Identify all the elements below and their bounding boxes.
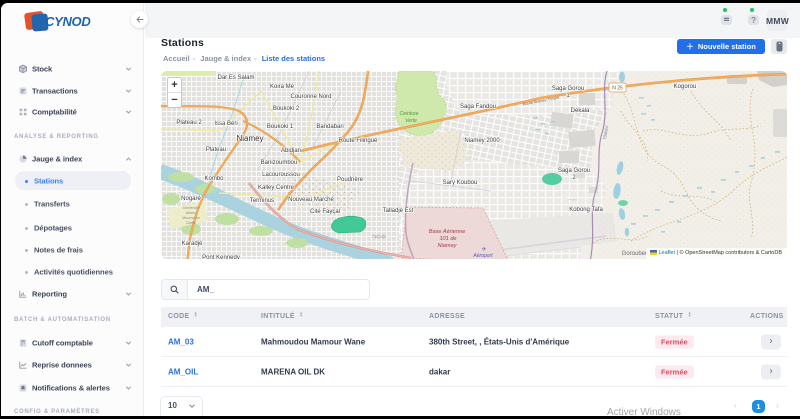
svg-text:Kogorou: Kogorou [674,84,697,90]
svg-text:Poudrière: Poudrière [337,177,364,183]
svg-text:Abdou: Abdou [185,211,198,215]
svg-text:Saga Gorou: Saga Gorou [552,86,584,92]
svg-text:Bandabari: Bandabari [316,124,343,130]
svg-text:Abidjan: Abidjan [281,148,301,154]
svg-text:Terminus: Terminus [250,198,274,204]
svg-text:N 25: N 25 [612,86,623,92]
svg-text:Plateau: Plateau [206,147,226,153]
svg-text:Pont Kennedy: Pont Kennedy [202,255,240,259]
svg-text:Niamey 2000: Niamey 2000 [464,138,500,144]
svg-text:Sary Koubou: Sary Koubou [443,180,478,186]
svg-text:Kobong Tafa: Kobong Tafa [569,207,603,213]
svg-text:Nouveau Marché: Nouveau Marché [288,197,334,203]
svg-text:Nogaré: Nogaré [181,196,201,202]
svg-text:Karadjé: Karadjé [182,241,203,247]
svg-text:Lacouroussou: Lacouroussou [262,172,300,178]
svg-text:Couronne Nord: Couronne Nord [290,94,331,100]
svg-text:Ceinture: Ceinture [400,111,419,117]
svg-text:Cité Fayçal: Cité Fayçal [310,209,340,215]
svg-text:Banizoumbou: Banizoumbou [261,160,298,166]
svg-text:Kombo: Kombo [204,176,224,182]
svg-text:Talladjé: Talladjé [372,234,388,239]
svg-text:Diaffo: Diaffo [186,221,196,225]
svg-text:Niamey: Niamey [236,134,263,143]
svg-text:?: ? [751,16,756,25]
svg-text:Saga Fandou: Saga Fandou [460,104,496,110]
svg-text:✈: ✈ [481,246,486,253]
svg-text:Dékala: Dékala [571,108,590,114]
svg-text:Koira Mé: Koira Mé [270,84,295,90]
svg-text:Dar Es Salam: Dar Es Salam [217,75,254,81]
svg-text:Talladjé Est: Talladjé Est [383,208,414,214]
svg-text:Saga Gorou: Saga Gorou [558,168,590,174]
svg-text:Université: Université [183,206,200,210]
svg-text:Gorouberi: Gorouberi [622,251,649,257]
svg-text:Route Filingué: Route Filingué [339,138,378,144]
svg-text:Kalley Centre: Kalley Centre [258,185,295,191]
svg-text:Moumouni: Moumouni [182,216,200,220]
svg-text:101 de: 101 de [439,236,456,242]
svg-text:Boukoki 2: Boukoki 2 [273,106,300,112]
svg-text:Issa Béri: Issa Béri [214,121,237,127]
svg-text:Niamey: Niamey [438,243,458,249]
svg-text:Base Aérienne: Base Aérienne [429,229,466,235]
svg-text:Aéroport: Aéroport [472,253,493,259]
svg-text:Verte: Verte [405,118,417,124]
svg-text:Plateau 2: Plateau 2 [176,120,202,126]
svg-text:Boukoki 1: Boukoki 1 [267,124,294,130]
